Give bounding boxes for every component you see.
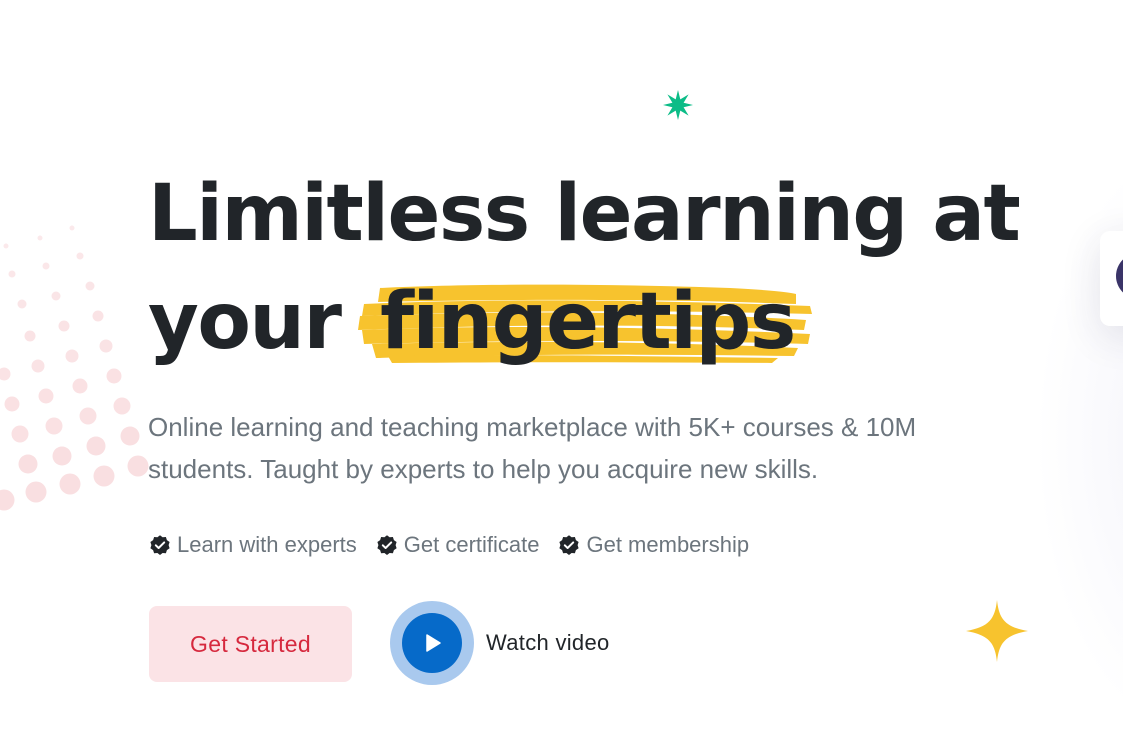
avatar [1116,253,1123,299]
play-button-ring[interactable] [390,601,474,685]
yellow-sparkle-icon [966,600,1028,662]
feature-item: Learn with experts [148,532,357,558]
feature-list: Learn with experts Get certificate Get m… [148,532,749,558]
hero-subtitle: Online learning and teaching marketplace… [148,412,917,484]
hero-headline: Limitless learning at your fingertips [148,160,1021,376]
watch-video-label[interactable]: Watch video [486,630,610,656]
verified-check-icon [559,535,580,555]
feature-item: Get certificate [375,532,540,558]
headline-line-2: your fingertips [148,268,1019,376]
decorative-dot-pattern [0,225,149,511]
play-button[interactable] [402,613,462,673]
get-started-button[interactable]: Get Started [149,606,352,682]
verified-check-icon [377,535,397,555]
feature-item: Get membership [557,532,749,558]
floating-card-peek [1100,231,1123,326]
feature-label: Learn with experts [177,532,357,557]
feature-label: Get membership [586,532,750,557]
headline-prefix: your [148,277,342,367]
verified-check-icon [150,535,170,555]
feature-label: Get certificate [403,532,540,557]
headline-highlight: fingertips [358,268,813,376]
watch-video-button[interactable]: Watch video [390,601,610,685]
right-glow-decoration [1035,140,1123,739]
green-star-icon [663,90,693,120]
play-icon [426,634,441,652]
headline-highlight-text: fingertips [380,277,796,367]
hero-section: Limitless learning at your fingertips On… [0,0,1123,739]
headline-line-1: Limitless learning at [148,169,1021,259]
